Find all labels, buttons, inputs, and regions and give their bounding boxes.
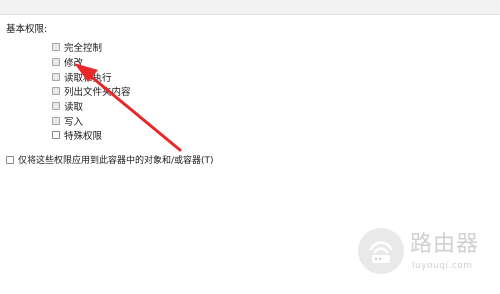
- watermark-name: 路由器: [410, 232, 480, 257]
- permission-checkbox[interactable]: [52, 116, 60, 125]
- permission-read[interactable]: 读取: [52, 99, 131, 114]
- apply-to-objects-label: 仅将这些权限应用到此容器中的对象和/或容器(T): [18, 156, 214, 166]
- permission-modify[interactable]: 修改: [52, 55, 131, 70]
- permission-checkbox[interactable]: [52, 72, 60, 81]
- permission-label: 列出文件夹内容: [64, 87, 131, 99]
- permission-label: 读取和执行: [64, 72, 112, 84]
- permission-checkbox[interactable]: [52, 102, 60, 111]
- window-top-bar: [0, 0, 500, 15]
- permission-full-control[interactable]: 完全控制: [52, 40, 131, 55]
- permission-write[interactable]: 写入: [52, 113, 131, 128]
- permission-label: 修改: [64, 58, 84, 70]
- permission-read-execute[interactable]: 读取和执行: [52, 69, 131, 84]
- watermark: 路由器 luyouqi.com: [358, 228, 498, 278]
- permission-label: 读取: [64, 102, 84, 114]
- router-logo-icon: [358, 228, 404, 274]
- permission-checkbox[interactable]: [52, 87, 60, 96]
- permission-label: 写入: [64, 116, 84, 128]
- permission-label: 特殊权限: [64, 131, 103, 143]
- permission-checkbox[interactable]: [52, 58, 60, 67]
- permission-label: 完全控制: [64, 43, 103, 55]
- apply-to-objects-checkbox[interactable]: [6, 155, 14, 164]
- permission-checkbox[interactable]: [52, 43, 60, 52]
- basic-permissions-heading: 基本权限:: [6, 24, 48, 35]
- watermark-url: luyouqi.com: [412, 261, 473, 271]
- permission-checkbox[interactable]: [52, 131, 60, 140]
- permission-list-folder[interactable]: 列出文件夹内容: [52, 84, 131, 99]
- permissions-list: 完全控制 修改 读取和执行 列出文件夹内容 读取 写入 特殊权限: [52, 40, 131, 143]
- permission-special[interactable]: 特殊权限: [52, 128, 131, 143]
- apply-to-objects-option[interactable]: 仅将这些权限应用到此容器中的对象和/或容器(T): [6, 153, 214, 166]
